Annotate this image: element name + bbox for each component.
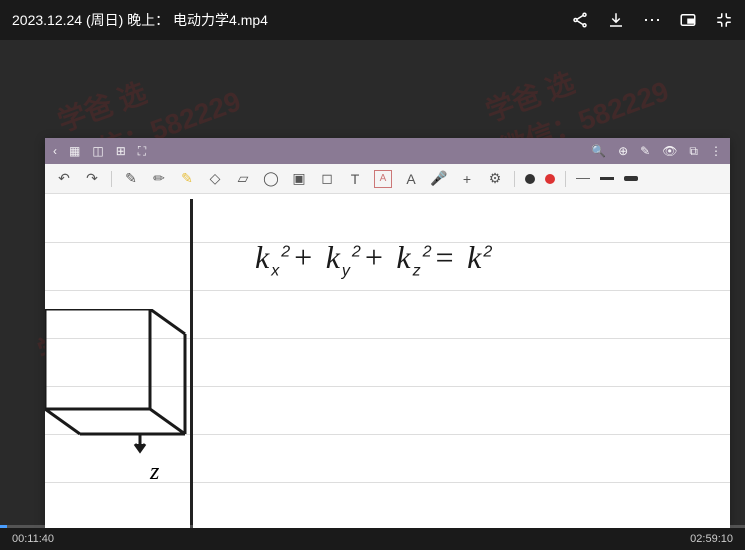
bookmark-icon[interactable]: ◫: [92, 144, 103, 158]
back-icon[interactable]: ‹: [53, 144, 57, 158]
image-icon[interactable]: ▣: [290, 170, 308, 188]
mic-icon[interactable]: 🎤: [430, 170, 448, 188]
pen-icon[interactable]: ✎: [122, 170, 140, 188]
font-icon[interactable]: A: [402, 170, 420, 188]
current-time: 00:11:40: [12, 533, 54, 545]
vertical-axis: [190, 199, 193, 528]
grid-icon[interactable]: ▦: [69, 144, 80, 158]
pip-icon[interactable]: [679, 11, 697, 29]
textbox-icon[interactable]: A: [374, 170, 392, 188]
attach-icon[interactable]: +: [458, 170, 476, 188]
drawing-canvas[interactable]: z kx2+ ky2+ kz2= k2: [45, 194, 730, 528]
add-page-icon[interactable]: ⊕: [618, 144, 628, 158]
lasso-icon[interactable]: ◯: [262, 170, 280, 188]
eraser2-icon[interactable]: ▱: [234, 170, 252, 188]
copy-icon[interactable]: ⧉: [689, 144, 698, 159]
color-black[interactable]: [525, 174, 535, 184]
drawing-toolbar: ↶ ↷ ✎ ✏ ✎ ◇ ▱ ◯ ▣ ◻ T A A 🎤 + ⚙: [45, 164, 730, 194]
note-app-window: ‹ ▦ ◫ ⊞ ⛶ 🔍 ⊕ ✎ 👁 ⧉ ⋮ ↶ ↷ ✎ ✏ ✎ ◇ ▱: [45, 138, 730, 528]
equation-text: kx2+ ky2+ kz2= k2: [255, 239, 494, 280]
undo-icon[interactable]: ↶: [55, 170, 73, 188]
search-icon[interactable]: 🔍: [591, 144, 606, 158]
text-icon[interactable]: T: [346, 170, 364, 188]
stroke-thin[interactable]: [576, 178, 590, 179]
page-icon[interactable]: ⊞: [116, 144, 126, 158]
menu-icon[interactable]: ⋮: [710, 144, 722, 158]
video-title: 2023.12.24 (周日) 晚上： 电动力学4.mp4: [12, 10, 571, 30]
color-red[interactable]: [545, 174, 555, 184]
total-time: 02:59:10: [690, 533, 733, 545]
highlighter-icon[interactable]: ✎: [178, 170, 196, 188]
expand-icon[interactable]: ⛶: [138, 144, 146, 159]
redo-icon[interactable]: ↷: [83, 170, 101, 188]
more-icon[interactable]: ⋯: [643, 10, 661, 31]
stroke-medium[interactable]: [600, 177, 614, 180]
pencil-icon[interactable]: ✏: [150, 170, 168, 188]
cube-drawing: [45, 309, 190, 429]
stroke-thick[interactable]: [624, 176, 638, 181]
eraser-icon[interactable]: ◇: [206, 170, 224, 188]
fullscreen-exit-icon[interactable]: [715, 11, 733, 29]
shape-icon[interactable]: ◻: [318, 170, 336, 188]
download-icon[interactable]: [607, 11, 625, 29]
axis-label-z: z: [150, 459, 159, 486]
edit-icon[interactable]: ✎: [640, 144, 650, 158]
view-icon[interactable]: 👁: [662, 144, 677, 158]
share-icon[interactable]: [571, 11, 589, 29]
gear-icon[interactable]: ⚙: [486, 170, 504, 188]
